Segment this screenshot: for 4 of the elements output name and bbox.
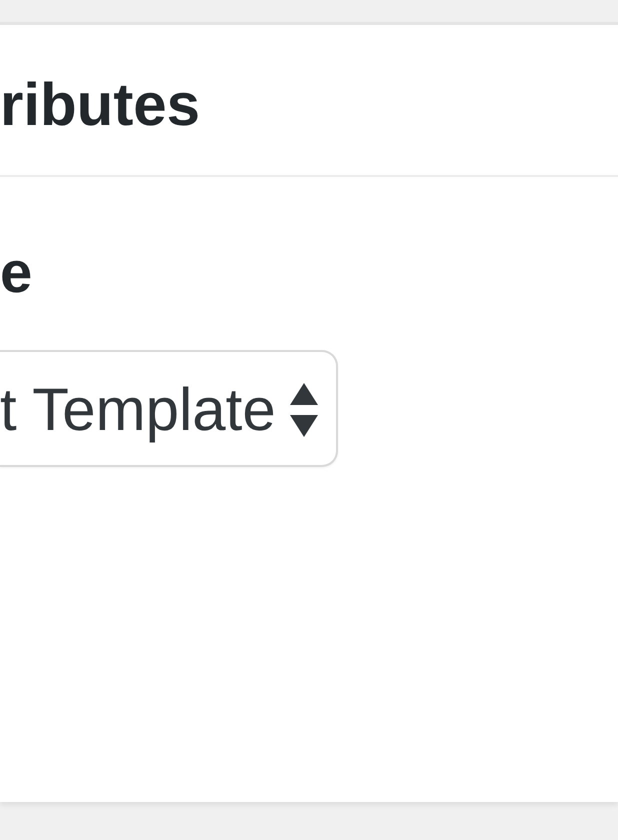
panel-title: ributes [0, 75, 202, 135]
up-down-triangles-icon [290, 383, 318, 437]
field-label: e [0, 244, 34, 302]
template-select[interactable]: t Template [0, 350, 338, 467]
